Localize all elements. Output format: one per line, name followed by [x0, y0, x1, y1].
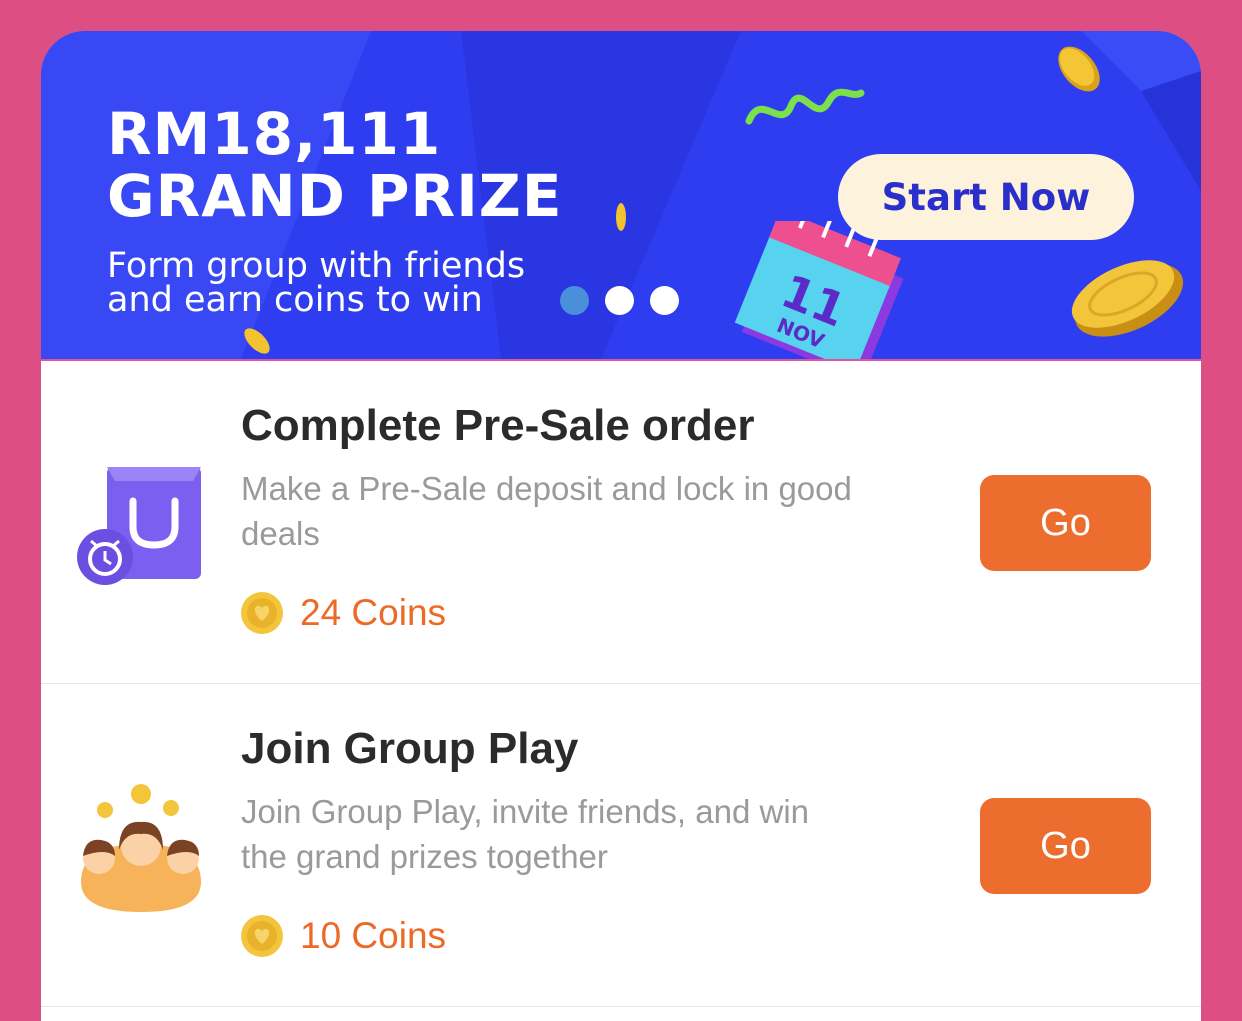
start-now-button[interactable]: Start Now — [838, 154, 1134, 240]
coin-icon — [241, 592, 283, 634]
task-title: Join Group Play — [241, 724, 579, 773]
group-people-icon — [81, 784, 201, 912]
go-button[interactable]: Go — [980, 798, 1151, 894]
task-title: Complete Pre-Sale order — [241, 401, 755, 450]
calendar-icon: 11 NOV — [734, 221, 904, 359]
reward-row: 10 Coins — [240, 914, 446, 958]
task-item-group-play: Join Group Play Join Group Play, invite … — [41, 684, 1201, 1007]
task-card: RM18,111 GRAND PRIZE Form group with frie… — [41, 31, 1201, 1021]
reward-row: 24 Coins — [240, 591, 446, 635]
task-description: Make a Pre-Sale deposit and lock in good… — [241, 470, 852, 552]
carousel-dot-2[interactable] — [605, 286, 634, 315]
coin-icon — [244, 328, 270, 354]
carousel-dot-3[interactable] — [650, 286, 679, 315]
task-item-pre-sale: Complete Pre-Sale order Make a Pre-Sale … — [41, 361, 1201, 684]
carousel-dot-1[interactable] — [560, 286, 589, 315]
banner-subline: Form group with friends and earn coins to… — [107, 246, 526, 320]
reward-coins: 10 Coins — [300, 915, 447, 956]
headline-grand-prize: GRAND PRIZE — [107, 162, 563, 230]
go-button[interactable]: Go — [980, 475, 1151, 571]
coin-icon — [1058, 46, 1100, 92]
promo-banner[interactable]: RM18,111 GRAND PRIZE Form group with frie… — [41, 31, 1201, 362]
banner-headline: RM18,111 GRAND PRIZE — [107, 103, 562, 227]
coin-icon — [241, 915, 283, 957]
carousel-indicator — [560, 286, 679, 315]
reward-coins: 24 Coins — [300, 592, 447, 633]
shopping-bag-alarm-icon — [77, 467, 201, 585]
task-description: Join Group Play, invite friends, and win… — [241, 793, 810, 875]
headline-amount: RM18,111 — [107, 100, 442, 168]
coin-icon — [616, 203, 626, 231]
coin-icon — [1071, 260, 1184, 337]
confetti-icon — [745, 88, 865, 125]
